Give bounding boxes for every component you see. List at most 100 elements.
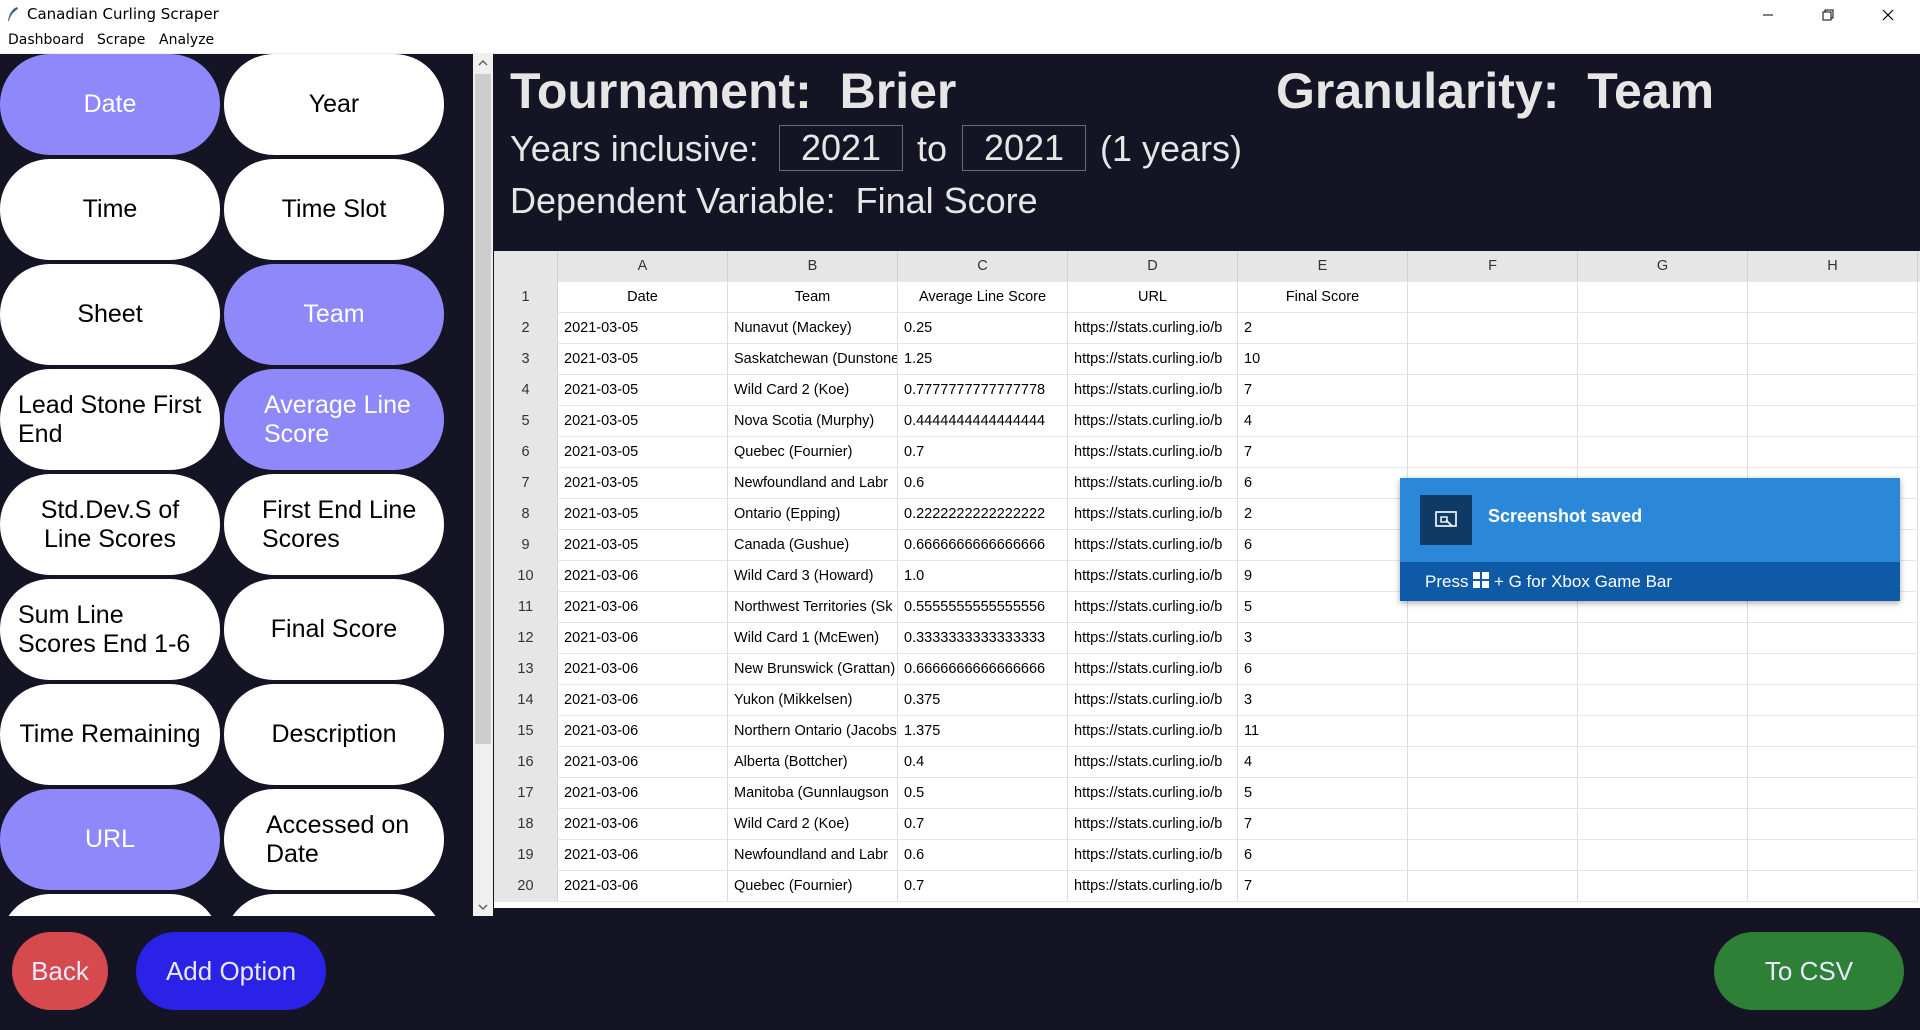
row-header[interactable]: 15 xyxy=(494,716,558,747)
table-cell[interactable]: 0.4444444444444444 xyxy=(898,406,1068,437)
table-cell[interactable] xyxy=(1578,809,1748,840)
table-cell[interactable] xyxy=(1578,871,1748,902)
table-cell[interactable] xyxy=(1748,654,1918,685)
table-cell[interactable]: 2021-03-06 xyxy=(558,654,728,685)
option-first-end-line-scores[interactable]: First End Line Scores xyxy=(224,474,444,575)
back-button[interactable]: Back xyxy=(12,932,108,1010)
header-cell[interactable] xyxy=(1408,282,1578,313)
table-cell[interactable] xyxy=(1408,871,1578,902)
table-cell[interactable]: 11 xyxy=(1238,716,1408,747)
table-cell[interactable]: 0.375 xyxy=(898,685,1068,716)
header-cell[interactable]: Final Score xyxy=(1238,282,1408,313)
table-cell[interactable]: https://stats.curling.io/b xyxy=(1068,344,1238,375)
table-cell[interactable] xyxy=(1748,871,1918,902)
table-cell[interactable] xyxy=(1408,809,1578,840)
table-cell[interactable]: 2021-03-06 xyxy=(558,747,728,778)
table-cell[interactable] xyxy=(1408,747,1578,778)
table-cell[interactable]: 5 xyxy=(1238,778,1408,809)
table-cell[interactable] xyxy=(1578,313,1748,344)
option-year[interactable]: Year xyxy=(224,54,444,155)
table-cell[interactable]: 6 xyxy=(1238,530,1408,561)
table-cell[interactable]: 2021-03-05 xyxy=(558,375,728,406)
table-cell[interactable]: 0.2222222222222222 xyxy=(898,499,1068,530)
table-cell[interactable]: Yukon (Mikkelsen) xyxy=(728,685,898,716)
row-header[interactable]: 1 xyxy=(494,282,558,313)
option-time[interactable]: Time xyxy=(0,159,220,260)
table-cell[interactable]: https://stats.curling.io/b xyxy=(1068,747,1238,778)
table-cell[interactable] xyxy=(1408,344,1578,375)
table-cell[interactable]: 2021-03-05 xyxy=(558,468,728,499)
column-header[interactable]: B xyxy=(728,251,898,282)
table-cell[interactable]: Northwest Territories (Sk xyxy=(728,592,898,623)
table-cell[interactable] xyxy=(1408,716,1578,747)
row-header[interactable]: 13 xyxy=(494,654,558,685)
table-cell[interactable] xyxy=(1408,840,1578,871)
row-header[interactable]: 11 xyxy=(494,592,558,623)
option-date[interactable]: Date xyxy=(0,54,220,155)
row-header[interactable]: 10 xyxy=(494,561,558,592)
table-cell[interactable]: https://stats.curling.io/b xyxy=(1068,437,1238,468)
row-header[interactable]: 19 xyxy=(494,840,558,871)
row-header[interactable]: 5 xyxy=(494,406,558,437)
table-cell[interactable] xyxy=(1748,840,1918,871)
header-cell[interactable] xyxy=(1578,282,1748,313)
option-url[interactable]: URL xyxy=(0,789,220,890)
table-cell[interactable]: 7 xyxy=(1238,871,1408,902)
table-cell[interactable]: 0.5 xyxy=(898,778,1068,809)
table-cell[interactable] xyxy=(1748,685,1918,716)
table-cell[interactable] xyxy=(1578,654,1748,685)
table-cell[interactable]: 2021-03-06 xyxy=(558,685,728,716)
table-cell[interactable]: 6 xyxy=(1238,468,1408,499)
table-cell[interactable] xyxy=(1748,623,1918,654)
table-cell[interactable] xyxy=(1748,406,1918,437)
option-time-remaining[interactable]: Time Remaining xyxy=(0,684,220,785)
row-header[interactable]: 6 xyxy=(494,437,558,468)
table-cell[interactable]: 2021-03-05 xyxy=(558,344,728,375)
table-cell[interactable] xyxy=(1748,747,1918,778)
header-cell[interactable]: Team xyxy=(728,282,898,313)
screenshot-toast[interactable]: Screenshot saved Press + G for Xbox Game… xyxy=(1400,478,1900,601)
table-cell[interactable]: https://stats.curling.io/b xyxy=(1068,561,1238,592)
scroll-down-arrow[interactable] xyxy=(473,898,493,916)
table-cell[interactable]: 4 xyxy=(1238,406,1408,437)
option-accessed-on-date[interactable]: Accessed on Date xyxy=(224,789,444,890)
table-cell[interactable]: 0.25 xyxy=(898,313,1068,344)
table-cell[interactable] xyxy=(1748,344,1918,375)
restore-button[interactable] xyxy=(1800,0,1856,29)
table-cell[interactable] xyxy=(1748,437,1918,468)
table-cell[interactable]: 1.375 xyxy=(898,716,1068,747)
row-header[interactable]: 18 xyxy=(494,809,558,840)
table-cell[interactable]: Newfoundland and Labr xyxy=(728,840,898,871)
table-cell[interactable]: Wild Card 2 (Koe) xyxy=(728,809,898,840)
close-button[interactable] xyxy=(1860,0,1916,29)
table-cell[interactable]: 0.7 xyxy=(898,809,1068,840)
table-cell[interactable]: 0.6 xyxy=(898,840,1068,871)
row-header[interactable]: 17 xyxy=(494,778,558,809)
option-average-line-score[interactable]: Average Line Score xyxy=(224,369,444,470)
table-cell[interactable]: 2021-03-06 xyxy=(558,840,728,871)
column-header[interactable]: H xyxy=(1748,251,1918,282)
table-cell[interactable]: https://stats.curling.io/b xyxy=(1068,778,1238,809)
options-scrollbar[interactable] xyxy=(473,54,493,916)
table-cell[interactable]: 3 xyxy=(1238,623,1408,654)
sheet-corner[interactable] xyxy=(494,251,558,282)
table-cell[interactable]: 6 xyxy=(1238,840,1408,871)
table-cell[interactable]: https://stats.curling.io/b xyxy=(1068,654,1238,685)
table-cell[interactable] xyxy=(1408,623,1578,654)
table-cell[interactable]: 0.7777777777777778 xyxy=(898,375,1068,406)
table-cell[interactable] xyxy=(1748,716,1918,747)
table-cell[interactable]: 0.6666666666666666 xyxy=(898,654,1068,685)
menu-dashboard[interactable]: Dashboard xyxy=(8,32,84,48)
table-cell[interactable]: 5 xyxy=(1238,592,1408,623)
table-cell[interactable]: https://stats.curling.io/b xyxy=(1068,716,1238,747)
table-cell[interactable]: 3 xyxy=(1238,685,1408,716)
table-cell[interactable] xyxy=(1408,654,1578,685)
to-csv-button[interactable]: To CSV xyxy=(1714,932,1904,1010)
table-cell[interactable] xyxy=(1578,685,1748,716)
table-cell[interactable]: 4 xyxy=(1238,747,1408,778)
table-cell[interactable]: 2021-03-06 xyxy=(558,809,728,840)
year-to-field[interactable]: 2021 xyxy=(962,125,1086,171)
row-header[interactable]: 16 xyxy=(494,747,558,778)
table-cell[interactable] xyxy=(1408,437,1578,468)
table-cell[interactable]: 2021-03-05 xyxy=(558,313,728,344)
